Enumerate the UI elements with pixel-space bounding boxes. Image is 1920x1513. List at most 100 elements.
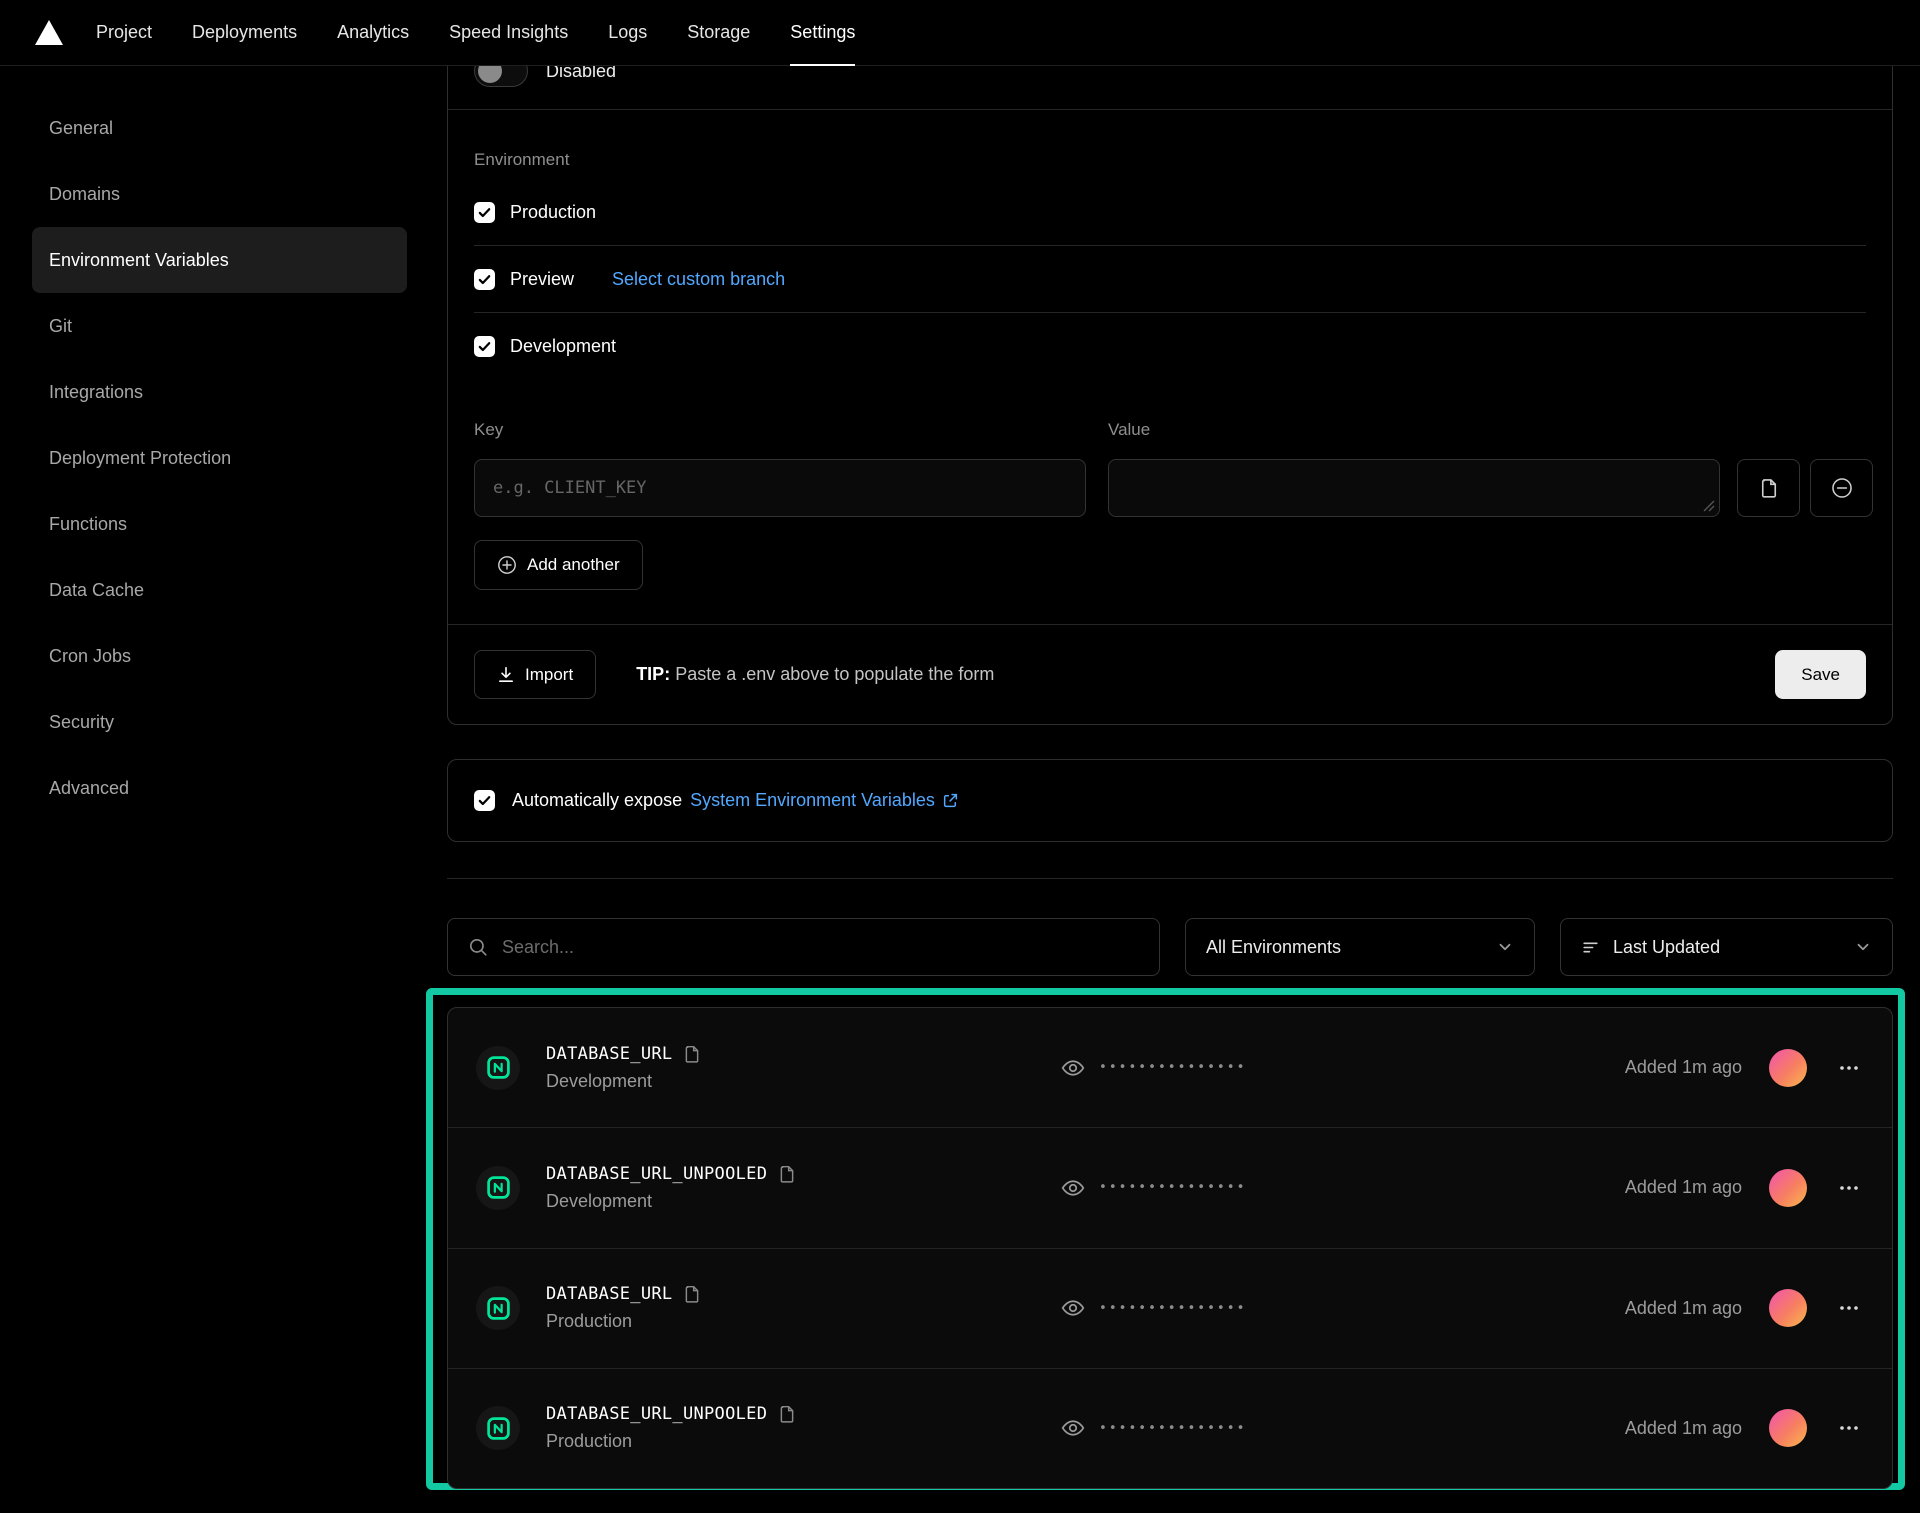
avatar — [1769, 1049, 1807, 1087]
development-checkbox[interactable] — [474, 336, 495, 357]
added-timestamp: Added 1m ago — [1625, 1418, 1742, 1439]
masked-value-group: ••••••••••••••• — [1060, 1055, 1246, 1081]
value-label: Value — [1108, 419, 1150, 441]
sidebar-item-cron-jobs[interactable]: Cron Jobs — [32, 623, 407, 689]
system-env-vars-link[interactable]: System Environment Variables — [690, 790, 959, 811]
sidebar-item-deployment-protection[interactable]: Deployment Protection — [32, 425, 407, 491]
row-menu-button[interactable] — [1834, 1413, 1864, 1443]
preview-checkbox[interactable] — [474, 269, 495, 290]
search-input[interactable] — [502, 937, 1139, 958]
variable-text-block: DATABASE_URL Development — [546, 1044, 701, 1092]
sidebar-item-environment-variables[interactable]: Environment Variables — [32, 227, 407, 293]
sidebar-item-integrations[interactable]: Integrations — [32, 359, 407, 425]
nav-tab-analytics[interactable]: Analytics — [317, 0, 429, 65]
search-box — [447, 918, 1160, 976]
add-another-label: Add another — [527, 555, 620, 575]
row-right-group: Added 1m ago — [1625, 1049, 1864, 1087]
vercel-logo-icon[interactable] — [34, 18, 68, 48]
ellipsis-icon — [1838, 1417, 1860, 1439]
eye-icon[interactable] — [1060, 1055, 1086, 1081]
note-icon[interactable] — [683, 1285, 701, 1303]
auto-expose-checkbox[interactable] — [474, 790, 495, 811]
sidebar-item-advanced[interactable]: Advanced — [32, 755, 407, 821]
masked-value: ••••••••••••••• — [1099, 1302, 1246, 1315]
variable-environment: Production — [546, 1431, 796, 1452]
development-label: Development — [510, 336, 616, 357]
sidebar-item-security[interactable]: Security — [32, 689, 407, 755]
variable-name: DATABASE_URL — [546, 1044, 672, 1064]
production-checkbox[interactable] — [474, 202, 495, 223]
environment-variables-list: DATABASE_URL Development •••••••••••••••… — [447, 1007, 1893, 1489]
eye-icon[interactable] — [1060, 1295, 1086, 1321]
tip-label: TIP: — [636, 664, 670, 684]
variable-row[interactable]: DATABASE_URL Production ••••••••••••••• … — [448, 1249, 1892, 1369]
nav-tab-speed-insights[interactable]: Speed Insights — [429, 0, 588, 65]
nav-tab-logs[interactable]: Logs — [588, 0, 667, 65]
remove-row-button[interactable] — [1810, 459, 1873, 517]
sidebar-item-git[interactable]: Git — [32, 293, 407, 359]
neon-integration-icon — [476, 1166, 520, 1210]
note-icon[interactable] — [683, 1045, 701, 1063]
form-footer: Import TIP: Paste a .env above to popula… — [448, 624, 1892, 724]
note-icon[interactable] — [778, 1165, 796, 1183]
variable-text-block: DATABASE_URL Production — [546, 1284, 701, 1332]
key-input[interactable] — [474, 459, 1086, 517]
search-icon — [468, 937, 488, 957]
ellipsis-icon — [1838, 1297, 1860, 1319]
eye-icon[interactable] — [1060, 1175, 1086, 1201]
download-icon — [497, 666, 515, 684]
settings-sidebar: General Domains Environment Variables Gi… — [32, 95, 407, 821]
masked-value: ••••••••••••••• — [1099, 1422, 1246, 1435]
auto-expose-card: Automatically expose System Environment … — [447, 759, 1893, 842]
sidebar-item-general[interactable]: General — [32, 95, 407, 161]
added-timestamp: Added 1m ago — [1625, 1057, 1742, 1078]
avatar — [1769, 1289, 1807, 1327]
nav-tab-deployments[interactable]: Deployments — [172, 0, 317, 65]
resize-handle-icon[interactable] — [1703, 500, 1715, 512]
minus-circle-icon — [1831, 477, 1853, 499]
masked-value: ••••••••••••••• — [1099, 1061, 1246, 1074]
ellipsis-icon — [1838, 1177, 1860, 1199]
row-menu-button[interactable] — [1834, 1173, 1864, 1203]
nav-tab-project[interactable]: Project — [76, 0, 172, 65]
note-icon[interactable] — [778, 1405, 796, 1423]
variable-name: DATABASE_URL_UNPOOLED — [546, 1164, 767, 1184]
variable-row[interactable]: DATABASE_URL_UNPOOLED Development ••••••… — [448, 1128, 1892, 1248]
row-menu-button[interactable] — [1834, 1293, 1864, 1323]
divider — [447, 878, 1893, 879]
variable-row[interactable]: DATABASE_URL Development •••••••••••••••… — [448, 1008, 1892, 1128]
sidebar-item-domains[interactable]: Domains — [32, 161, 407, 227]
sort-dropdown[interactable]: Last Updated — [1560, 918, 1893, 976]
masked-value-group: ••••••••••••••• — [1060, 1415, 1246, 1441]
variable-name: DATABASE_URL_UNPOOLED — [546, 1404, 767, 1424]
added-timestamp: Added 1m ago — [1625, 1177, 1742, 1198]
sidebar-item-functions[interactable]: Functions — [32, 491, 407, 557]
eye-icon[interactable] — [1060, 1415, 1086, 1441]
note-button[interactable] — [1737, 459, 1800, 517]
environment-filter-dropdown[interactable]: All Environments — [1185, 918, 1535, 976]
system-env-vars-link-label: System Environment Variables — [690, 790, 935, 811]
neon-integration-icon — [476, 1046, 520, 1090]
save-button[interactable]: Save — [1775, 650, 1866, 699]
variable-row[interactable]: DATABASE_URL_UNPOOLED Production •••••••… — [448, 1369, 1892, 1488]
import-tip: TIP: Paste a .env above to populate the … — [636, 664, 994, 685]
value-input[interactable] — [1108, 459, 1720, 517]
masked-value-group: ••••••••••••••• — [1060, 1175, 1246, 1201]
select-custom-branch-link[interactable]: Select custom branch — [612, 269, 785, 290]
avatar — [1769, 1409, 1807, 1447]
row-menu-button[interactable] — [1834, 1053, 1864, 1083]
auto-expose-prefix: Automatically expose — [512, 790, 682, 811]
import-label: Import — [525, 665, 573, 685]
added-timestamp: Added 1m ago — [1625, 1298, 1742, 1319]
nav-tab-storage[interactable]: Storage — [667, 0, 770, 65]
add-another-button[interactable]: Add another — [474, 540, 643, 590]
preview-label: Preview — [510, 269, 574, 290]
auto-expose-text: Automatically expose System Environment … — [512, 790, 959, 811]
file-icon — [1759, 478, 1779, 498]
new-variable-form-card: Disabled Environment Production Preview … — [447, 0, 1893, 725]
environment-section-label: Environment — [474, 149, 569, 171]
row-right-group: Added 1m ago — [1625, 1409, 1864, 1447]
sidebar-item-data-cache[interactable]: Data Cache — [32, 557, 407, 623]
nav-tab-settings[interactable]: Settings — [770, 0, 875, 65]
import-button[interactable]: Import — [474, 650, 596, 699]
